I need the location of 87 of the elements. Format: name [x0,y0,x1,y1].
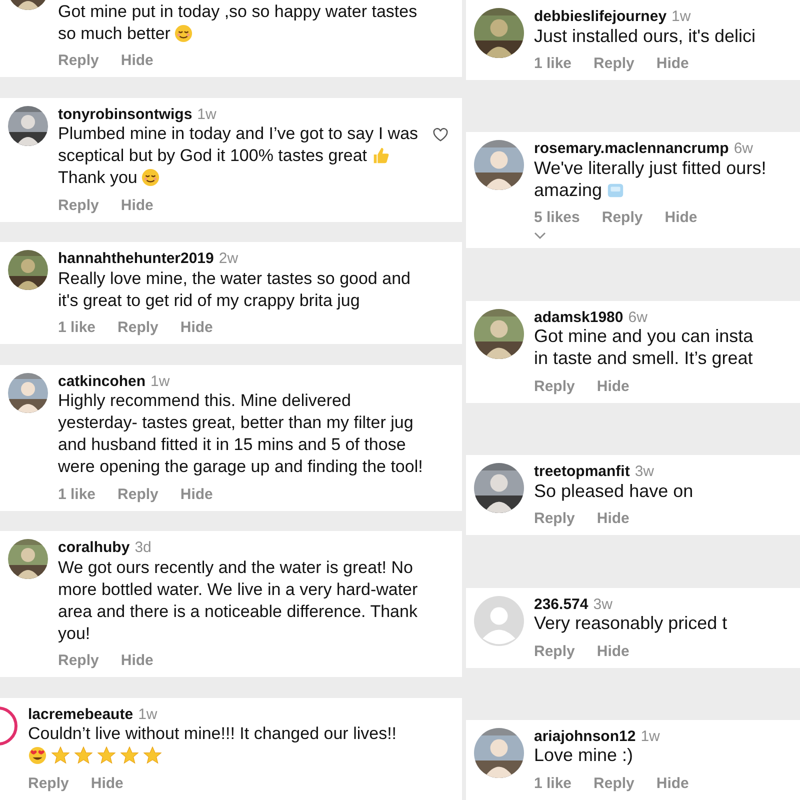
comment-text: and husband fitted it in 15 mins and 5 of those [58,434,406,456]
star-icon [51,746,70,766]
username[interactable]: catkincohen [58,372,146,390]
timestamp: 6w [734,140,753,158]
action-link[interactable]: Reply [534,510,575,528]
timestamp: 2w [218,250,238,268]
action-link[interactable]: Hide [120,52,154,69]
star-icon [120,746,139,766]
timestamp: 1w [138,706,158,723]
comment-text: Just installed ours, it's delici [534,26,756,46]
comment-text: in taste and smell. It’s great [534,348,753,370]
action-link[interactable]: Hide [120,652,154,670]
timestamp: 1w [197,106,216,123]
action-link[interactable]: Reply [118,319,158,336]
timestamp: 3w [634,463,654,480]
timestamp: 3d [134,539,152,556]
heart-eyes-face-icon [28,746,47,766]
action-link[interactable]: 1 like [58,486,96,503]
username[interactable]: treetopmanfit [534,463,630,480]
username[interactable]: 236.574 [534,596,588,613]
comment-text: it's great to get rid of my crappy brita jug [58,290,360,311]
action-link[interactable]: Hide [180,319,213,336]
thumbs-up-icon [371,146,390,166]
action-link[interactable]: Reply [594,774,634,792]
comment-text: so much better [58,22,170,44]
action-link[interactable]: 1 like [58,319,96,336]
timestamp: 3w [593,596,612,613]
comment-text: We've literally just fitted ours! [534,158,766,179]
comment-text: Got mine put in today ,so so happy water tastes [58,0,418,22]
heart-icon[interactable] [433,128,448,142]
chevron-down-icon[interactable] [534,232,546,240]
action-link[interactable]: 1 like [534,774,572,792]
comment-text: Couldn’t live without mine!!! It changed our lives!! [28,723,397,744]
action-link[interactable]: Hide [656,55,689,72]
avatar-icon [474,596,524,646]
action-link[interactable]: Hide [656,774,689,792]
action-link[interactable]: Reply [534,378,575,395]
timestamp: 1w [150,372,170,390]
action-link[interactable]: Hide [664,209,698,226]
action-link[interactable]: Reply [602,209,643,226]
username[interactable]: hannahthehunter2019 [58,250,214,268]
action-link[interactable]: Hide [596,642,630,660]
action-link[interactable]: Hide [180,486,213,503]
comment-text: Got mine and you can insta [534,326,754,348]
star-icon [143,746,162,766]
username[interactable]: adamsk1980 [534,308,624,326]
timestamp: 6w [628,308,648,326]
username[interactable]: lacremebeaute [28,706,134,723]
username[interactable]: rosemary.maclennancrump [534,140,729,158]
username[interactable]: debbieslifejourney [534,8,667,25]
action-link[interactable]: Reply [58,196,99,214]
comment-text: amazing [534,180,602,201]
comment-text: sceptical but by God it 100% tastes great [58,145,368,166]
smiling-face-icon [174,24,194,42]
action-link[interactable]: 5 likes [534,209,580,226]
username[interactable]: tonyrobinsontwigs [58,106,192,123]
username[interactable]: coralhuby [58,539,130,556]
action-link[interactable]: Reply [594,55,634,72]
action-link[interactable]: Reply [58,52,99,69]
action-link[interactable]: Hide [120,196,154,214]
action-link[interactable]: Hide [90,774,124,792]
star-icon [74,746,93,766]
timestamp: 1w [640,728,660,745]
comment-text: We got ours recently and the water is great! No [58,556,413,578]
smiling-face-icon [141,168,160,188]
comment-text: Plumbed mine in today and I’ve got to say I was [58,123,418,144]
action-link[interactable]: 1 like [534,55,572,72]
comment-text: Really love mine, the water tastes so good and [58,268,410,289]
comment-text: Highly recommend this. Mine delivered [58,390,351,412]
action-link[interactable]: Reply [534,642,575,660]
comment-text: Very reasonably priced t [534,613,728,634]
action-link[interactable]: Reply [118,486,158,503]
action-link[interactable]: Reply [28,774,69,792]
comment-text: Thank you [58,167,138,188]
timestamp: 1w [672,8,691,25]
username[interactable]: ariajohnson12 [534,728,636,745]
comment-text: Love mine :) [534,745,634,766]
comment-text: yesterday- tastes great, better than my filter jug [58,412,414,434]
comment-text: So pleased have on [534,480,694,502]
action-link[interactable]: Reply [58,652,99,670]
comment-text: more bottled water. We live in a very hard-water [58,578,418,600]
comment-text: you! [58,622,90,644]
star-icon [97,746,116,766]
comment-text: were opening the garage up and finding the tool! [58,456,423,478]
comment-text: area and there is a noticeable difference. Thank [58,600,418,622]
action-link[interactable]: Hide [596,378,630,395]
action-link[interactable]: Hide [596,510,630,528]
